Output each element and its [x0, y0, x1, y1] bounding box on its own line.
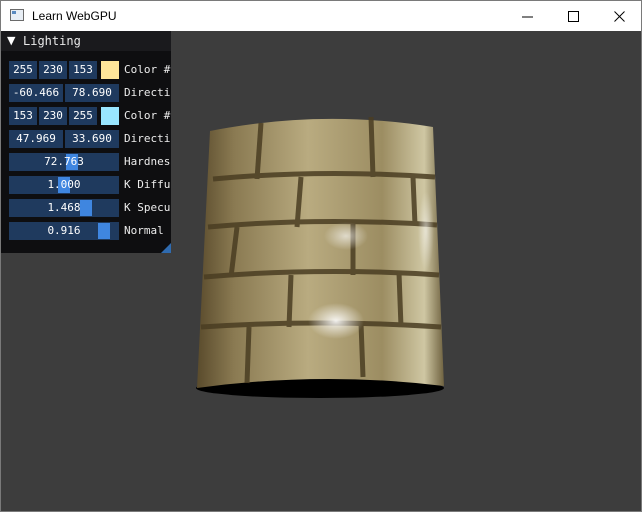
direction-1-y[interactable]: 33.690 — [65, 130, 119, 148]
color-1-swatch[interactable] — [101, 107, 119, 125]
k-specular-label: K Specular — [124, 201, 171, 214]
hardness-value: 72.763 — [44, 155, 84, 168]
direction-1-x[interactable]: 47.969 — [9, 130, 63, 148]
lighting-panel: ▼ Lighting 255 230 153 Color #0 -60.466 … — [1, 31, 171, 253]
render-viewport[interactable]: ▼ Lighting 255 230 153 Color #0 -60.466 … — [1, 31, 641, 511]
direction-0-label: Direction #0 — [124, 86, 171, 99]
specular-highlight-2 — [324, 222, 368, 250]
collapse-arrow-icon[interactable]: ▼ — [7, 34, 15, 47]
panel-title: Lighting — [23, 34, 81, 48]
direction-0-y[interactable]: 78.690 — [65, 84, 119, 102]
app-icon — [10, 9, 24, 21]
direction-0-x[interactable]: -60.466 — [9, 84, 63, 102]
k-specular-value: 1.468 — [47, 201, 81, 214]
hardness-label: Hardness — [124, 155, 171, 168]
app-window: Learn WebGPU ▼ Lighting 255 230 153 Colo… — [0, 0, 642, 512]
close-icon — [614, 11, 625, 22]
k-diffuse-label: K Diffuse — [124, 178, 171, 191]
specular-highlight — [308, 303, 364, 339]
panel-header[interactable]: ▼ Lighting — [1, 31, 171, 51]
k-specular-slider[interactable]: 1.468 — [9, 199, 119, 217]
rim-highlight — [418, 191, 434, 271]
resize-grip[interactable] — [161, 243, 171, 253]
color-0-swatch[interactable] — [101, 61, 119, 79]
normal-value: 0.916 — [47, 224, 81, 237]
color-0-label: Color #0 — [124, 63, 171, 76]
k-specular-slider-grab[interactable] — [80, 200, 92, 216]
maximize-icon — [568, 11, 579, 22]
minimize-icon — [522, 16, 533, 18]
color-1-label: Color #1 — [124, 109, 171, 122]
color-0-b[interactable]: 153 — [69, 61, 97, 79]
color-0-r[interactable]: 255 — [9, 61, 37, 79]
direction-1-label: Direction #1 — [124, 132, 171, 145]
color-1-r[interactable]: 153 — [9, 107, 37, 125]
color-0-g[interactable]: 230 — [39, 61, 67, 79]
window-title: Learn WebGPU — [32, 9, 117, 23]
normal-label: Normal — [124, 224, 164, 237]
k-diffuse-value: 1.000 — [47, 178, 81, 191]
color-1-b[interactable]: 255 — [69, 107, 97, 125]
hardness-slider[interactable]: 72.763 — [9, 153, 119, 171]
normal-slider[interactable]: 0.916 — [9, 222, 119, 240]
minimize-button[interactable] — [505, 1, 551, 31]
color-1-g[interactable]: 230 — [39, 107, 67, 125]
maximize-button[interactable] — [551, 1, 597, 31]
k-diffuse-slider[interactable]: 1.000 — [9, 176, 119, 194]
normal-slider-grab[interactable] — [98, 223, 110, 239]
title-bar[interactable]: Learn WebGPU — [1, 1, 641, 31]
close-button[interactable] — [597, 1, 642, 31]
